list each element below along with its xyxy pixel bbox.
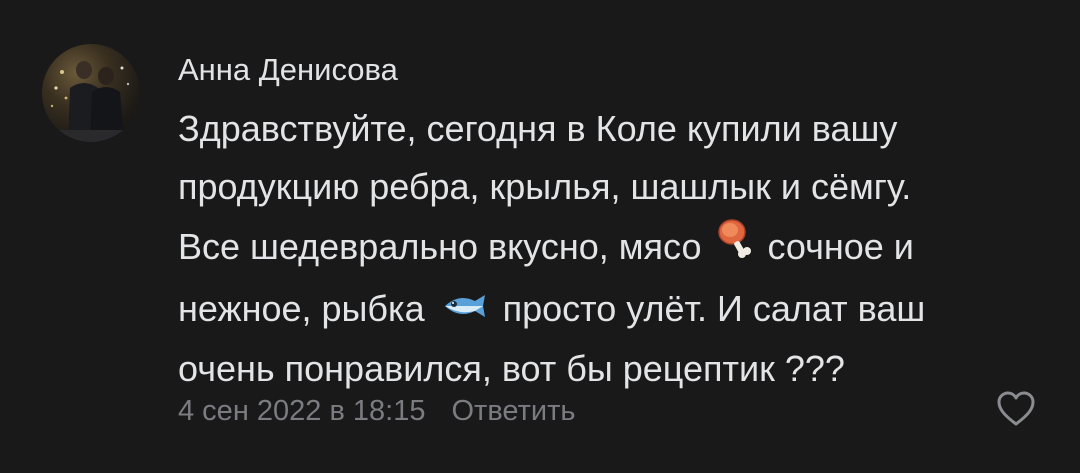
comment-text-segment: нежное, рыбка [178,288,425,329]
author-name[interactable]: Анна Денисова [178,50,398,90]
comment-line: нежное, рыбка просто улёт. И салат ваш [178,278,1058,340]
comment-text-segment: очень понравился, вот бы рецептик ??? [178,348,845,389]
reply-button[interactable]: Ответить [452,395,576,427]
comment-date: 4 сен 2022 в 18:15 [178,395,426,427]
comment-meta: 4 сен 2022 в 18:15 Ответить [178,392,575,430]
comment: Анна Денисова Здравствуйте, сегодня в Ко… [0,0,1080,473]
comment-text-segment: сочное и [767,226,914,267]
comment-text-segment: просто улёт. И салат ваш [502,288,926,329]
meat-on-bone-icon [715,216,753,279]
comment-line: очень понравился, вот бы рецептик ??? [178,340,1058,398]
comment-text-segment: Все шедеврально вкусно, мясо [178,226,702,267]
avatar[interactable] [42,44,140,142]
heart-outline-icon [997,391,1035,426]
comment-line: Все шедеврально вкусно, мясо сочное и [178,216,1058,278]
comment-text-segment: продукцию ребра, крылья, шашлык и сёмгу. [178,166,912,207]
like-button[interactable] [996,390,1036,428]
comment-line: продукцию ребра, крылья, шашлык и сёмгу. [178,158,1058,216]
comment-text: Здравствуйте, сегодня в Коле купили вашу… [178,100,1058,398]
comment-text-segment: Здравствуйте, сегодня в Коле купили вашу [178,108,898,149]
comment-line: Здравствуйте, сегодня в Коле купили вашу [178,100,1058,158]
avatar-photo [42,61,140,142]
fish-icon [439,278,489,340]
